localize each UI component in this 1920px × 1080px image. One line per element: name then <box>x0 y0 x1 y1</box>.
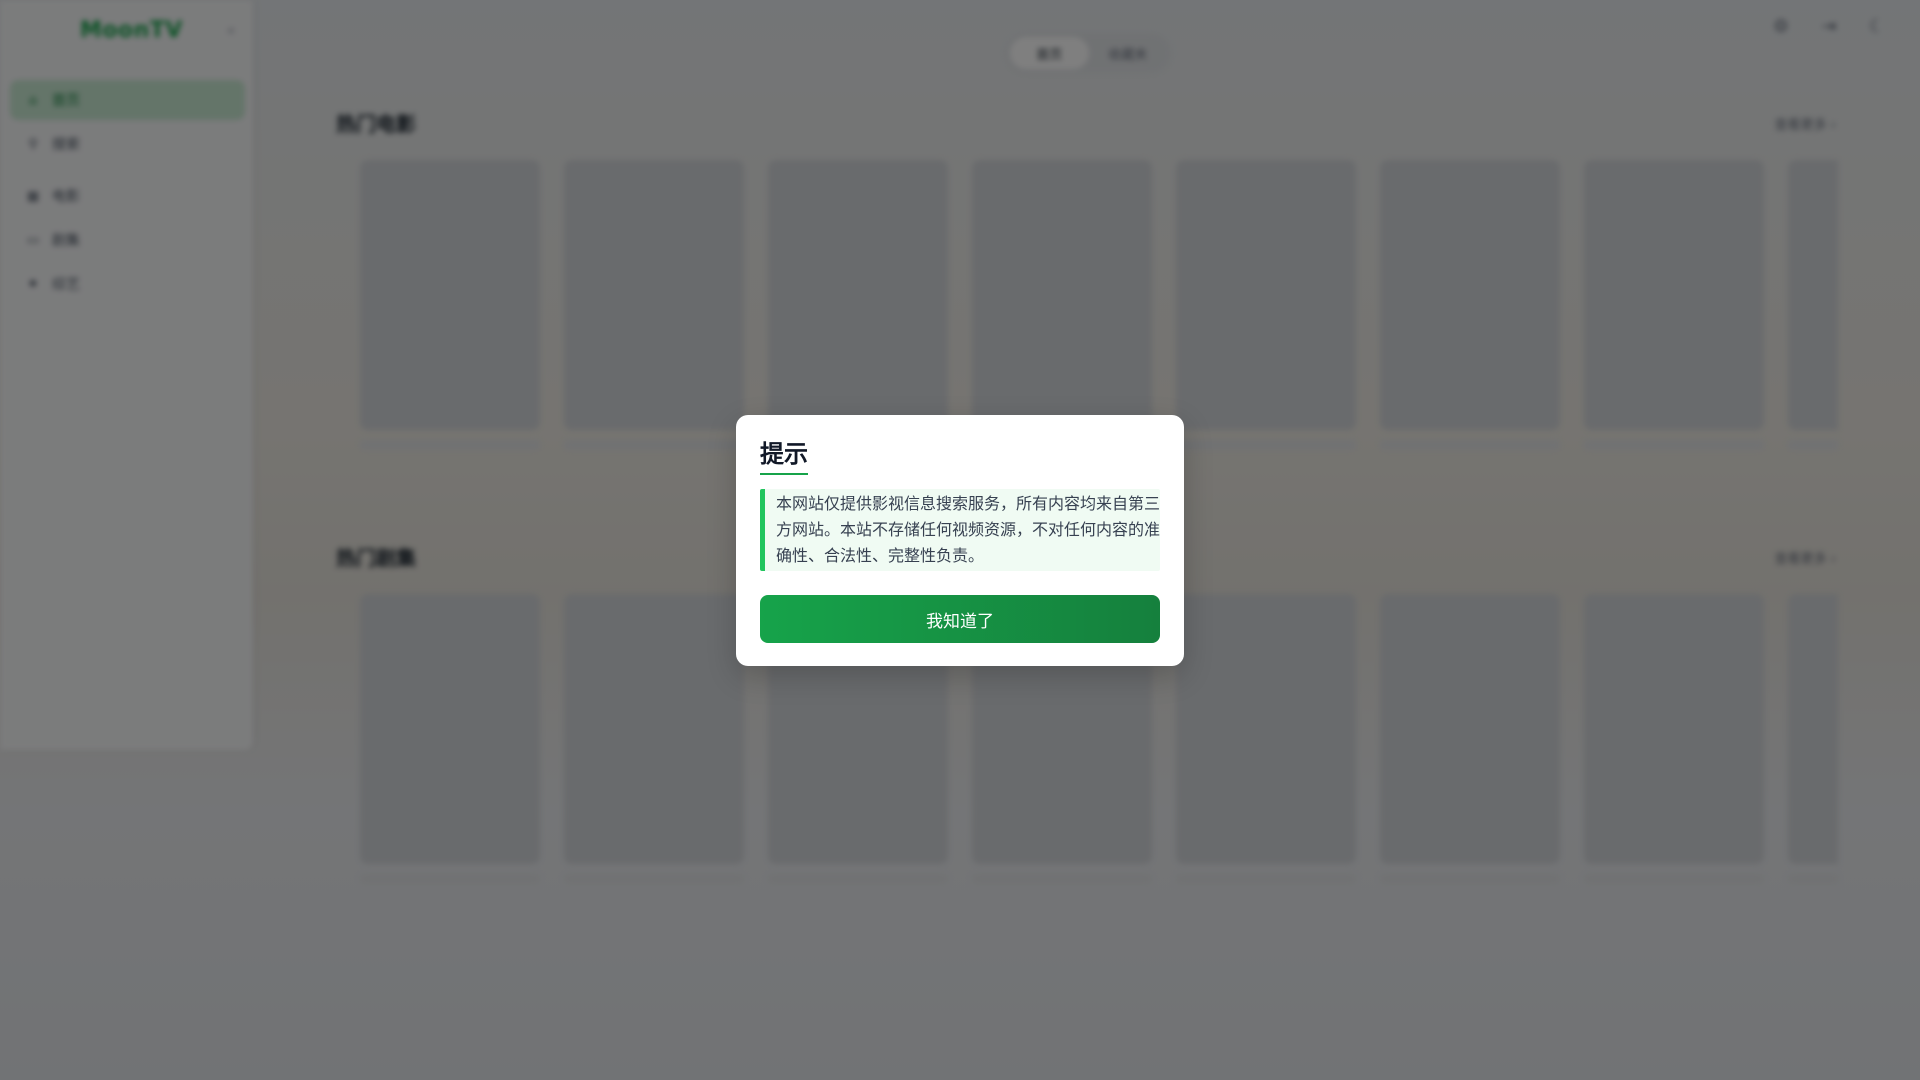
dialog-title: 提示 <box>760 439 808 475</box>
acknowledge-button[interactable]: 我知道了 <box>760 595 1160 643</box>
disclaimer-dialog: 提示 本网站仅提供影视信息搜索服务，所有内容均来自第三方网站。本站不存储任何视频… <box>736 415 1184 666</box>
dialog-message: 本网站仅提供影视信息搜索服务，所有内容均来自第三方网站。本站不存储任何视频资源，… <box>760 489 1160 571</box>
